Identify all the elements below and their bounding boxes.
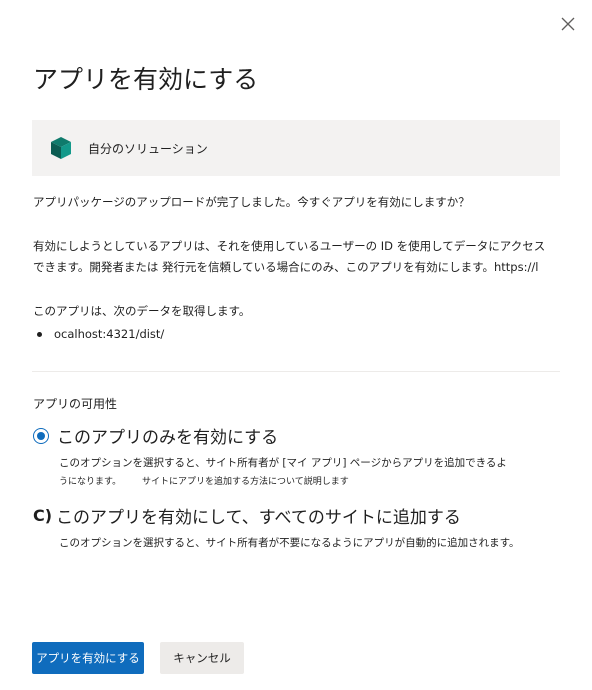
description-line: このオプションを選択すると、サイト所有者が [マイ アプリ] ページからアプリを… (59, 457, 507, 469)
learn-more-link[interactable]: サイトにアプリを追加する方法について説明します (142, 477, 349, 487)
radio-selected-icon (33, 427, 49, 444)
option-enable-only: このアプリのみを有効にする このオプションを選択すると、サイト所有者が [マイ … (33, 423, 539, 492)
option-enable-only-label: このアプリのみを有効にする (57, 428, 279, 448)
upload-complete-text: アプリパッケージのアップロードが完了しました。今すぐアプリを有効にしますか？ (33, 195, 470, 209)
data-access-heading: このアプリは、次のデータを取得します。 (33, 304, 251, 318)
data-source-url: ocalhost:4321/dist/ (54, 327, 165, 341)
cancel-button[interactable]: キャンセル (160, 642, 244, 674)
description-line-tail: うになります。 (59, 477, 122, 487)
option-enable-only-description: このオプションを選択すると、サイト所有者が [マイ アプリ] ページからアプリを… (59, 454, 539, 492)
list-item: ocalhost:4321/dist/ (37, 327, 164, 341)
solution-panel: 自分のソリューション (32, 120, 560, 176)
close-button[interactable] (556, 12, 580, 36)
solution-name: 自分のソリューション (88, 141, 208, 156)
trust-warning-text: 有効にしようとしているアプリは、それを使用しているユーザーの ID を使用してデ… (33, 239, 546, 274)
description-line-2: うになります。 サイトにアプリを追加する方法について説明します (59, 473, 539, 492)
bullet-icon (37, 331, 42, 337)
option-enable-all-sites-label: このアプリを有効にして、すべてのサイトに追加する (56, 508, 461, 528)
option-enable-only-radio[interactable]: このアプリのみを有効にする (33, 423, 539, 448)
option-enable-all-sites-description: このオプションを選択すると、サイト所有者が不要になるようにアプリが自動的に追加さ… (59, 537, 520, 549)
option-enable-all-sites-radio[interactable]: C) このアプリを有効にして、すべてのサイトに追加する (33, 503, 539, 528)
dialog-title: アプリを有効にする (33, 65, 259, 94)
availability-label: アプリの可用性 (33, 397, 118, 411)
option-enable-all-sites: C) このアプリを有効にして、すべてのサイトに追加する このオプションを選択する… (33, 503, 539, 553)
solution-cube-icon (51, 137, 71, 159)
radio-unselected-icon: C) (33, 506, 53, 525)
close-icon (561, 17, 575, 31)
enable-app-button[interactable]: アプリを有効にする (32, 642, 144, 674)
divider (32, 371, 560, 372)
